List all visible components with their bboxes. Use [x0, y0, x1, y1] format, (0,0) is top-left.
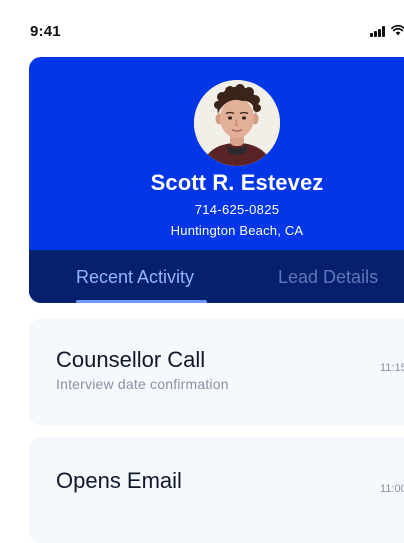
- status-icons: [370, 25, 404, 37]
- activity-time: 11:15: [380, 362, 404, 374]
- activity-subtitle: Interview date confirmation: [56, 376, 229, 392]
- activity-card[interactable]: Opens Email 11:00: [29, 437, 404, 543]
- status-bar: 9:41: [0, 0, 404, 56]
- avatar[interactable]: [194, 80, 280, 166]
- activity-title: Opens Email: [56, 468, 182, 493]
- signal-bars-icon: [370, 26, 388, 37]
- tab-lead-details[interactable]: Lead Details: [278, 267, 378, 288]
- tab-recent-activity[interactable]: Recent Activity: [76, 267, 194, 288]
- wifi-icon: [391, 25, 404, 36]
- profile-location: Huntington Beach, CA: [170, 223, 304, 238]
- profile-card: Scott R. Estevez 714-625-0825 Huntington…: [29, 57, 404, 303]
- profile-name: Scott R. Estevez: [150, 170, 324, 195]
- activity-time: 11:00: [380, 483, 404, 495]
- activity-title: Counsellor Call: [56, 347, 206, 372]
- activity-card[interactable]: Counsellor Call Interview date confirmat…: [29, 319, 404, 425]
- tab-bar: Recent Activity Lead Details: [29, 250, 404, 303]
- active-tab-indicator: [76, 300, 207, 303]
- status-time: 9:41: [30, 23, 61, 40]
- profile-photo: [194, 80, 280, 166]
- profile-phone[interactable]: 714-625-0825: [29, 202, 404, 217]
